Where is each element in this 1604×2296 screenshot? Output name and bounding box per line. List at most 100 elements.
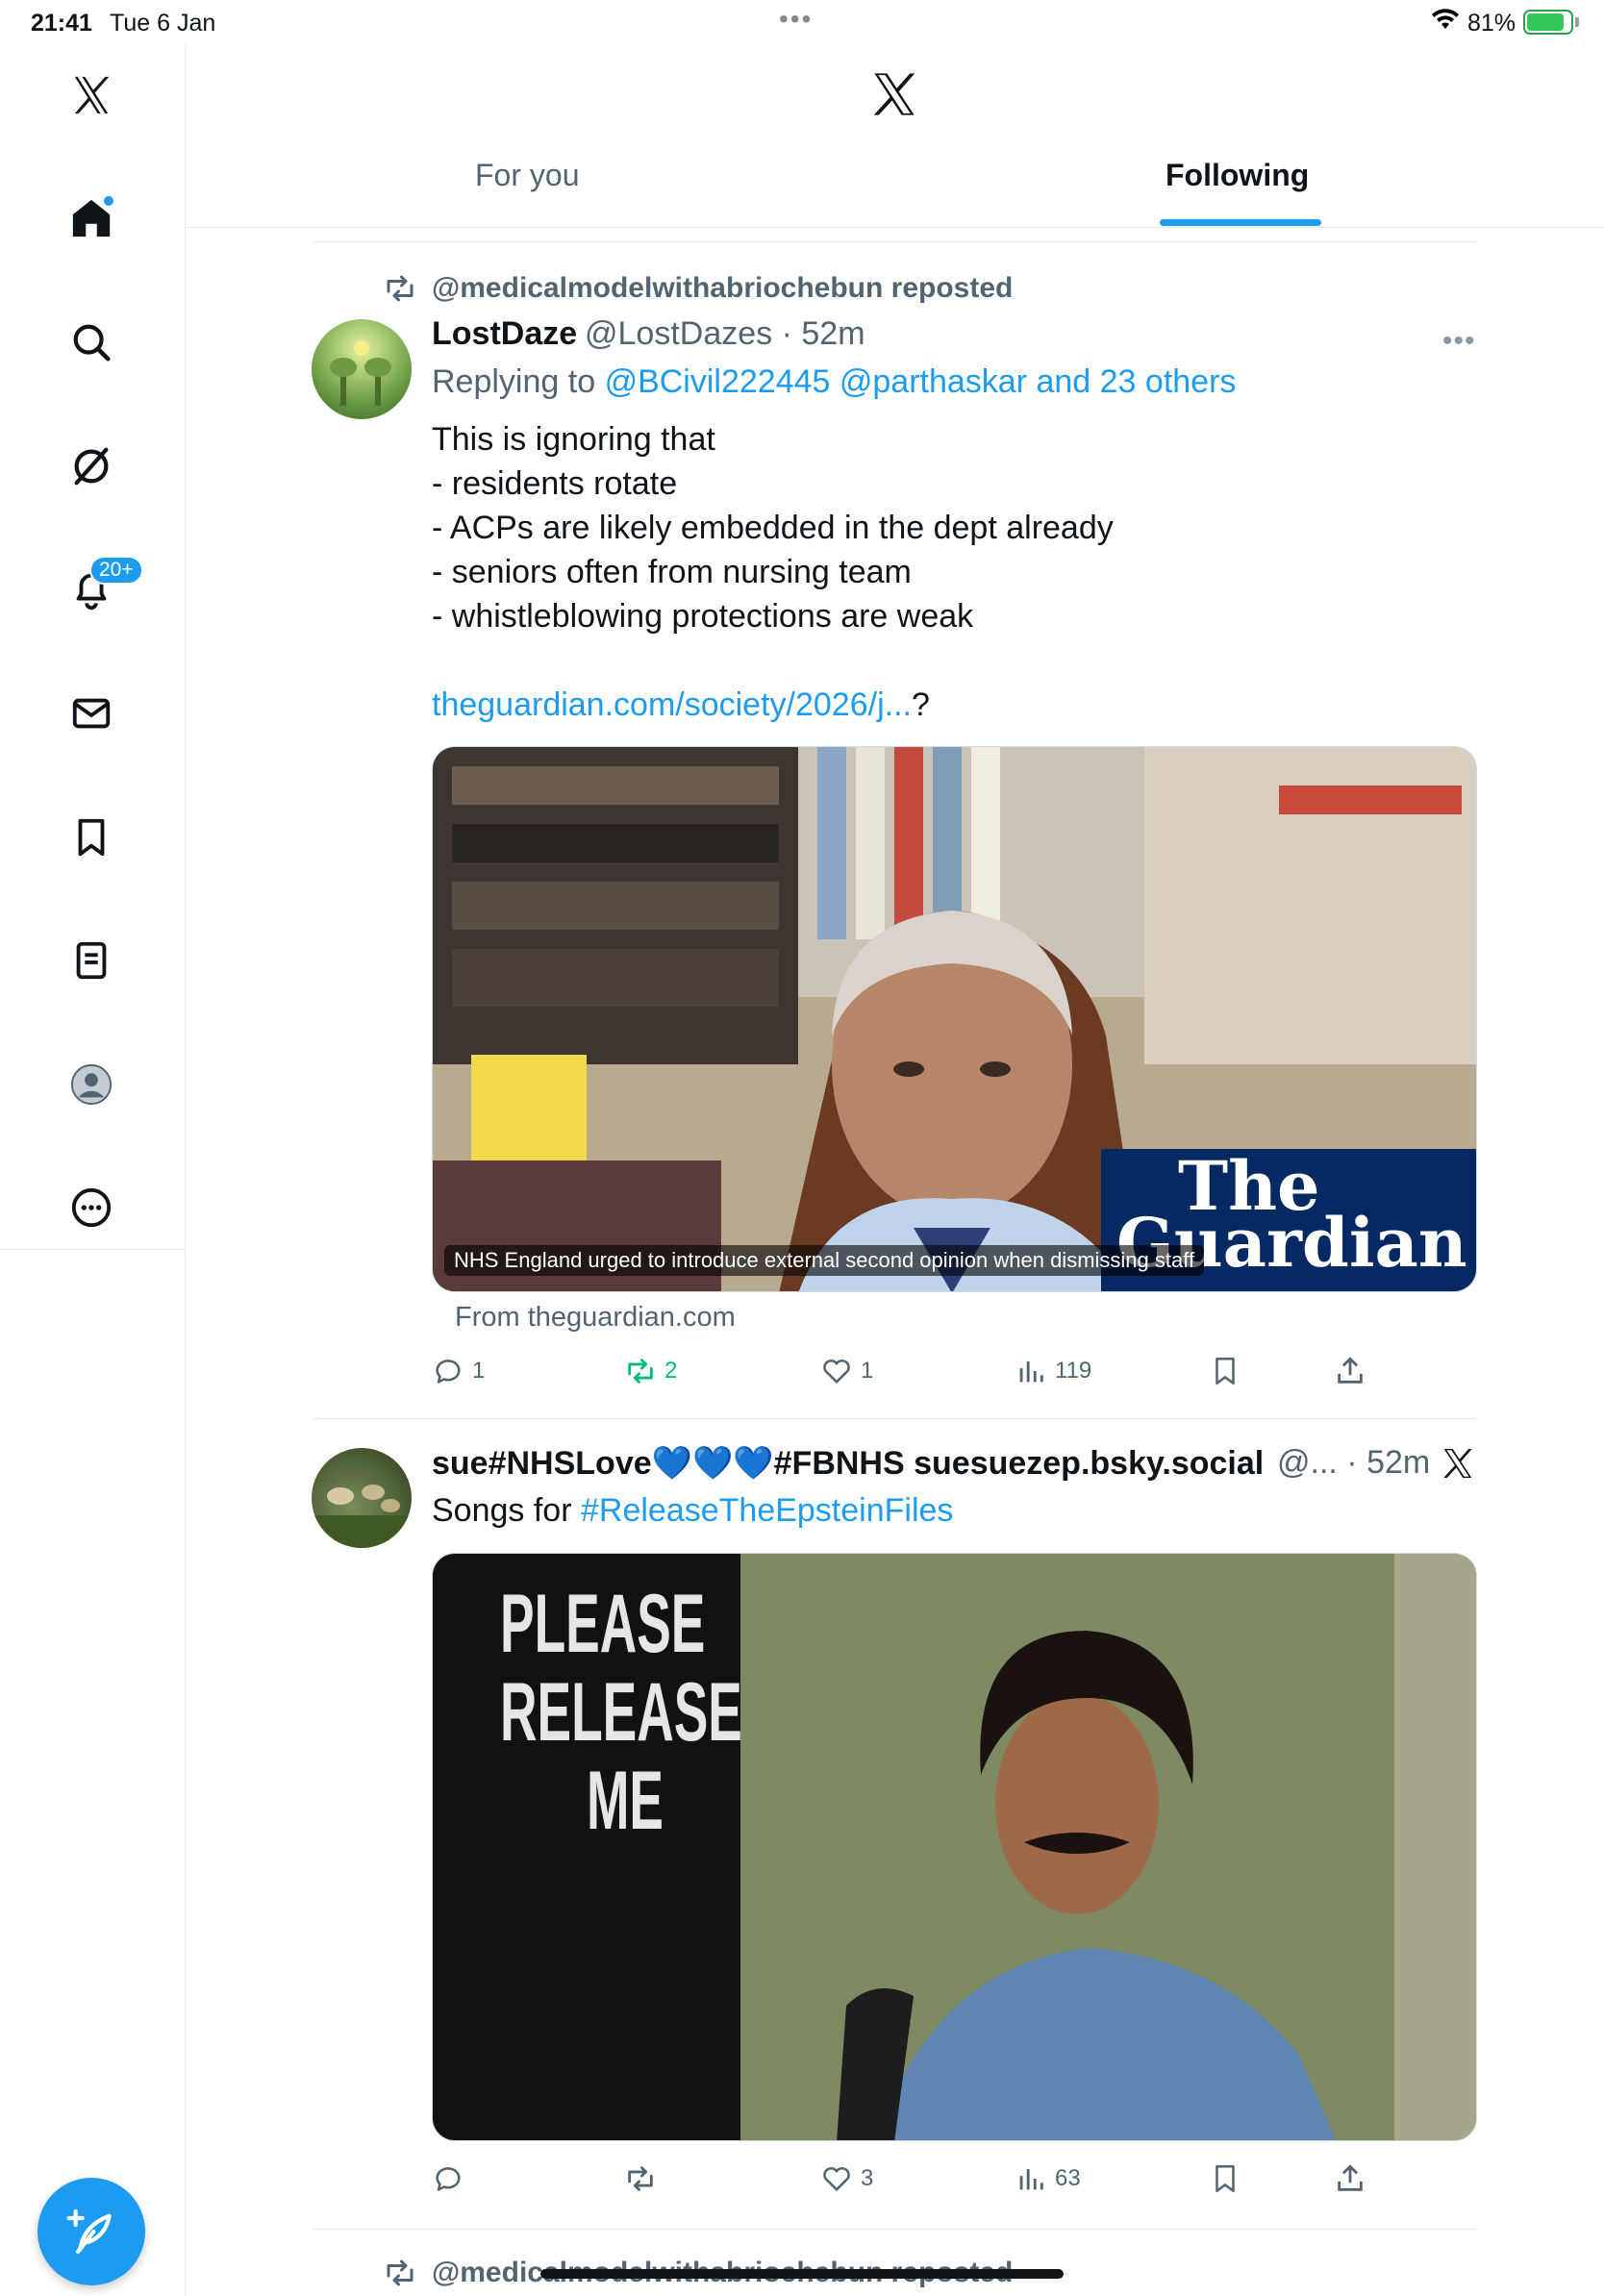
views-chart-icon xyxy=(1019,1361,1043,1383)
feed-top-divider xyxy=(312,241,1477,242)
hashtag-link[interactable]: #ReleaseTheEpsteinFiles xyxy=(581,1492,953,1529)
reply-count: 1 xyxy=(472,1358,486,1384)
meta-separator: · xyxy=(1337,1444,1367,1481)
heart-icon xyxy=(823,2166,850,2191)
status-bar: 21:41 Tue 6 Jan ••• 81% xyxy=(0,0,1604,44)
repost-icon xyxy=(387,275,414,302)
bookmark-icon xyxy=(1216,2164,1235,2193)
link-card-caption: NHS England urged to introduce external … xyxy=(444,1245,1205,1276)
repost-attribution[interactable]: @medicalmodelwithabriochebun reposted xyxy=(432,272,1013,305)
tweet-link-suffix: ? xyxy=(911,686,930,723)
album-title-line-1: PLEASE xyxy=(500,1578,706,1670)
share-icon xyxy=(1338,2164,1363,2191)
meta-separator: · xyxy=(772,315,802,352)
profile-avatar-icon[interactable] xyxy=(63,1057,119,1112)
timeline-header: For you Following xyxy=(187,44,1604,228)
repost-button[interactable]: 2 xyxy=(624,1355,677,1387)
timestamp[interactable]: 52m xyxy=(1366,1444,1430,1481)
like-button[interactable]: 1 xyxy=(820,1355,873,1387)
views-button[interactable]: 63 xyxy=(1015,2162,1081,2195)
display-name[interactable]: sue#NHSLove💙💙💙#FBNHS suesuezep.bsky.soci… xyxy=(432,1444,1264,1483)
views-button[interactable]: 119 xyxy=(1015,1355,1091,1387)
multitasking-dots-icon[interactable]: ••• xyxy=(779,6,813,33)
tweet-actions: 1 2 1 119 xyxy=(432,1355,1393,1393)
tweet-link[interactable]: theguardian.com/society/2026/j... xyxy=(432,686,912,723)
reply-icon xyxy=(436,1360,461,1384)
view-count: 119 xyxy=(1055,1358,1092,1384)
bookmarks-icon[interactable] xyxy=(63,810,119,865)
share-button[interactable] xyxy=(1334,2162,1366,2195)
replying-to: Replying to @BCivil222445 @parthaskar an… xyxy=(432,363,1236,401)
sidebar: 20+ xyxy=(0,44,186,2296)
album-title-line-2: RELEASE xyxy=(500,1666,742,1759)
tweet-meta: @LostDazes · 52m xyxy=(585,315,865,353)
tweet-body: Songs for #ReleaseTheEpsteinFiles xyxy=(432,1492,953,1530)
reply-button[interactable]: 1 xyxy=(432,1355,485,1387)
link-card-image[interactable]: The Guardian NHS England urged to introd… xyxy=(432,746,1477,1292)
link-card-source[interactable]: From theguardian.com xyxy=(455,1302,736,1334)
battery-icon xyxy=(1523,10,1573,35)
like-count: 1 xyxy=(861,1358,874,1384)
timestamp[interactable]: 52m xyxy=(801,315,865,352)
x-logo-icon[interactable] xyxy=(63,67,119,123)
avatar[interactable] xyxy=(312,319,412,419)
share-button[interactable] xyxy=(1334,1355,1366,1387)
sidebar-separator xyxy=(0,1249,186,1250)
home-unread-dot xyxy=(102,194,115,208)
tweet-meta: @... · 52m xyxy=(1277,1444,1430,1482)
active-tab-indicator xyxy=(1160,219,1321,226)
view-count: 63 xyxy=(1055,2165,1081,2191)
feather-plus-icon xyxy=(66,2209,112,2255)
avatar-image xyxy=(330,340,391,406)
messages-envelope-icon[interactable] xyxy=(63,686,119,741)
x-source-icon xyxy=(1443,1449,1472,1478)
lists-icon[interactable] xyxy=(63,933,119,988)
reply-icon xyxy=(436,2167,461,2191)
album-title-block: PLEASE RELEASE ME xyxy=(433,1554,742,2140)
avatar-image xyxy=(312,1485,412,1548)
replying-to-prefix: Replying to xyxy=(432,363,596,400)
search-icon[interactable] xyxy=(63,314,119,370)
bookmark-button[interactable] xyxy=(1209,1355,1241,1387)
status-date: Tue 6 Jan xyxy=(110,10,216,37)
more-options-icon[interactable] xyxy=(63,1180,119,1235)
tweet-image[interactable]: PLEASE RELEASE ME xyxy=(432,1553,1477,2141)
tweet-text-prefix: Songs for xyxy=(432,1492,572,1529)
wifi-icon xyxy=(1432,9,1459,29)
tweet-divider xyxy=(312,1418,1477,1419)
tab-following[interactable]: Following xyxy=(1165,158,1309,193)
notifications-badge: 20+ xyxy=(89,556,143,585)
handle[interactable]: @LostDazes xyxy=(585,315,772,352)
repost-button[interactable] xyxy=(624,2162,664,2195)
notifications-bell-icon[interactable]: 20+ xyxy=(63,556,143,617)
handle[interactable]: @... xyxy=(1277,1444,1338,1481)
share-icon xyxy=(1338,1357,1363,1384)
compose-post-button[interactable] xyxy=(38,2178,145,2285)
tweet-body: This is ignoring that - residents rotate… xyxy=(432,421,1114,635)
bookmark-icon xyxy=(1216,1357,1235,1385)
repost-icon xyxy=(628,2166,653,2191)
repost-icon xyxy=(628,1359,653,1384)
repost-icon xyxy=(387,2259,414,2286)
bookmark-button[interactable] xyxy=(1209,2162,1241,2195)
battery-percent: 81% xyxy=(1467,10,1516,37)
replying-to-users[interactable]: @BCivil222445 @parthaskar and 23 others xyxy=(605,363,1237,400)
heart-icon xyxy=(823,1359,850,1384)
tab-for-you[interactable]: For you xyxy=(475,158,579,193)
home-icon[interactable] xyxy=(63,190,119,246)
repost-count: 2 xyxy=(664,1358,678,1384)
like-count: 3 xyxy=(861,2165,874,2191)
x-logo-icon[interactable] xyxy=(869,69,919,119)
album-title-line-3: ME xyxy=(587,1755,664,1847)
tweet-actions: 3 63 xyxy=(432,2162,1393,2201)
avatar[interactable] xyxy=(312,1448,412,1548)
tweet-more-icon[interactable]: ••• xyxy=(1442,325,1476,358)
display-name[interactable]: LostDaze xyxy=(432,315,577,353)
tweet-divider xyxy=(312,2229,1477,2230)
tweet-link-line: theguardian.com/society/2026/j...? xyxy=(432,683,930,727)
like-button[interactable]: 3 xyxy=(820,2162,873,2195)
home-indicator[interactable] xyxy=(540,2269,1064,2279)
grok-icon[interactable] xyxy=(63,438,119,494)
views-chart-icon xyxy=(1019,2169,1043,2190)
reply-button[interactable] xyxy=(432,2162,472,2195)
